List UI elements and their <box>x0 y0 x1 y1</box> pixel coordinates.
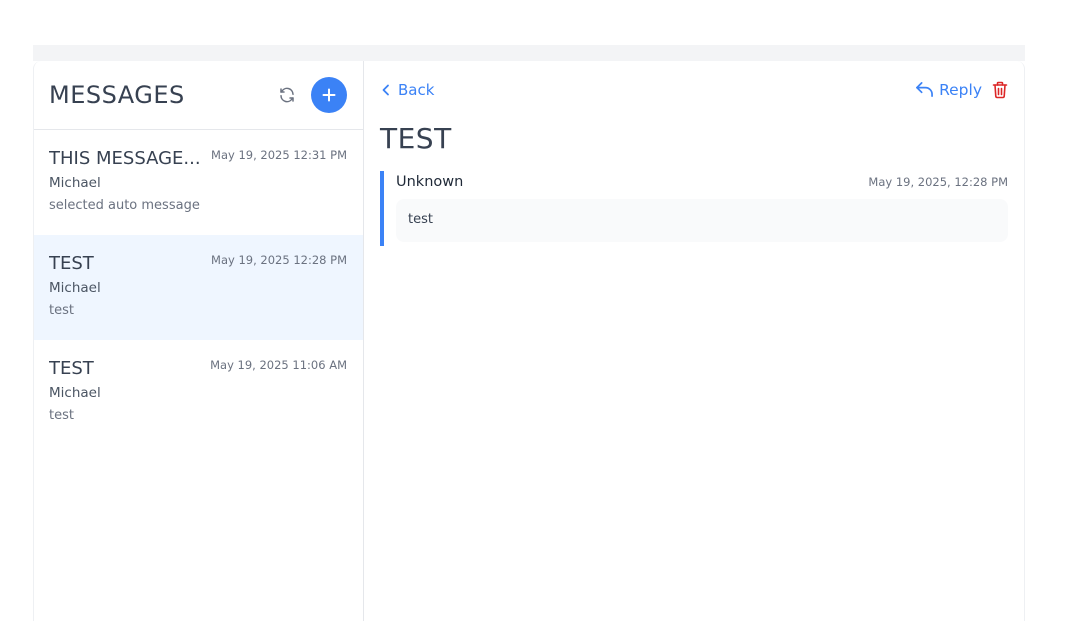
refresh-button[interactable] <box>273 81 301 109</box>
message-sender: Michael <box>49 175 101 191</box>
message-list-item[interactable]: THIS MESSAGE... May 19, 2025 12:31 PM Mi… <box>34 130 363 235</box>
delete-button[interactable] <box>992 81 1008 99</box>
chevron-left-icon <box>382 84 390 96</box>
message-list-item[interactable]: TEST May 19, 2025 11:06 AM Michael test <box>34 340 363 445</box>
reply-button[interactable]: Reply <box>915 81 982 99</box>
back-label: Back <box>398 80 435 99</box>
message-timestamp: May 19, 2025, 12:28 PM <box>868 175 1008 189</box>
message-body: test <box>396 199 1008 242</box>
reply-icon <box>916 82 933 97</box>
message-list-item-selected[interactable]: TEST May 19, 2025 12:28 PM Michael test <box>34 235 363 340</box>
sidebar-title: MESSAGES <box>49 81 185 109</box>
message-meta: Unknown May 19, 2025, 12:28 PM <box>396 171 1008 190</box>
message-date: May 19, 2025 12:31 PM <box>211 148 347 162</box>
page-top-strip <box>33 45 1025 61</box>
back-button[interactable]: Back <box>382 81 434 99</box>
message-date: May 19, 2025 12:28 PM <box>211 253 347 267</box>
message-sender: Michael <box>49 280 101 296</box>
message-from: Unknown <box>396 174 464 190</box>
message-sender: Michael <box>49 385 101 401</box>
detail-title: TEST <box>380 122 452 155</box>
detail-toolbar: Back Reply <box>380 61 1008 118</box>
message-preview: selected auto message <box>49 198 200 213</box>
messages-app: MESSAGES THIS MESSAGE... May 19, 2025 12… <box>33 61 1025 621</box>
message-preview: test <box>49 408 74 423</box>
new-message-button[interactable] <box>311 77 347 113</box>
message-subject: THIS MESSAGE... <box>49 148 201 169</box>
message-date: May 19, 2025 11:06 AM <box>210 358 347 372</box>
refresh-icon <box>280 87 294 103</box>
sidebar-header: MESSAGES <box>34 61 363 130</box>
reply-label: Reply <box>939 80 982 99</box>
detail-actions: Reply <box>915 81 1008 99</box>
trash-icon <box>992 81 1008 98</box>
plus-icon <box>322 88 336 102</box>
message-subject: TEST <box>49 358 94 379</box>
message-subject: TEST <box>49 253 94 274</box>
message-detail: Back Reply TEST Unknown May 19, 2025, 12… <box>364 61 1024 621</box>
message-thread-entry: Unknown May 19, 2025, 12:28 PM test <box>380 171 1008 246</box>
messages-sidebar: MESSAGES THIS MESSAGE... May 19, 2025 12… <box>34 61 364 621</box>
message-preview: test <box>49 303 74 318</box>
